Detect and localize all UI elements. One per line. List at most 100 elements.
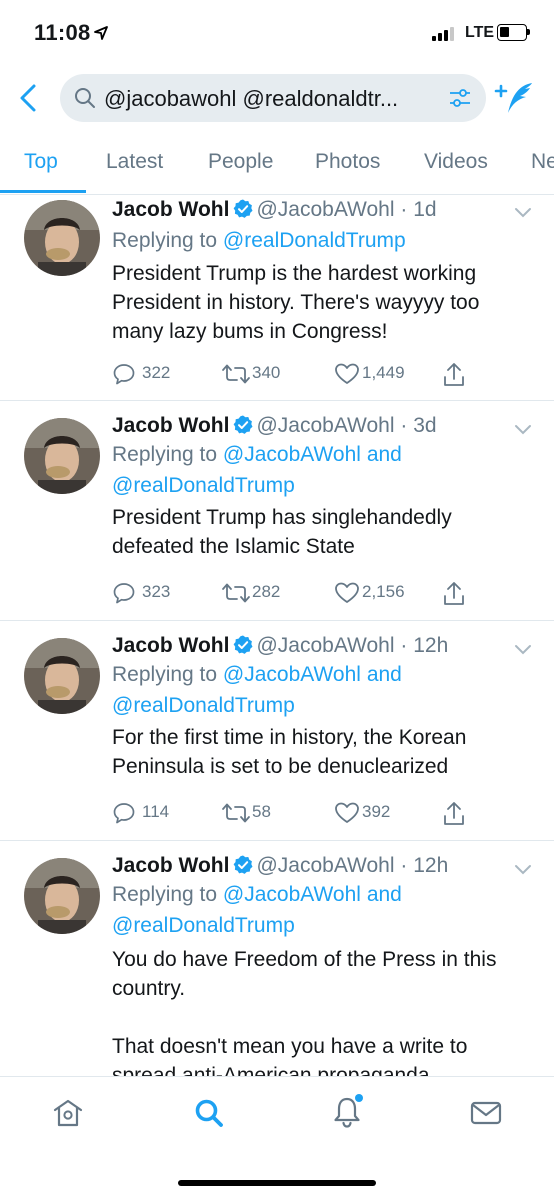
reply-icon (113, 364, 135, 385)
retweet-count: 340 (252, 363, 281, 382)
display-name[interactable]: Jacob Wohl (112, 198, 229, 221)
separator-dot: · (400, 854, 408, 877)
tweet-timestamp: 12h (413, 854, 449, 877)
tweet-header: Jacob Wohl @JacobAWohl · 3d (112, 414, 437, 438)
separator-dot: · (400, 198, 408, 221)
share-button[interactable] (442, 579, 468, 607)
home-icon[interactable] (52, 1097, 84, 1129)
reply-icon (113, 803, 135, 824)
tweet-actions: 323 282 2,156 (112, 579, 532, 607)
chevron-down-icon[interactable] (514, 207, 532, 219)
user-handle: @JacobAWohl (256, 414, 395, 437)
reply-count: 322 (142, 363, 171, 382)
share-button[interactable] (442, 799, 468, 827)
reply-count: 323 (142, 582, 171, 601)
reply-mention-link[interactable]: @realDonaldTrump (112, 694, 295, 717)
notifications-icon[interactable] (332, 1093, 366, 1129)
replying-to-line: Replying to @JacobAWohl and @realDonaldT… (112, 439, 532, 501)
avatar[interactable] (24, 200, 100, 276)
location-arrow-icon (94, 26, 108, 40)
display-name[interactable]: Jacob Wohl (112, 854, 229, 877)
share-button[interactable] (442, 360, 468, 388)
chevron-down-icon[interactable] (514, 424, 532, 436)
replying-to-label: Replying to (112, 229, 218, 252)
tweet-timestamp: 1d (413, 198, 437, 221)
chevron-down-icon[interactable] (514, 644, 532, 656)
home-indicator[interactable] (178, 1180, 376, 1186)
search-tabs: Top Latest People Photos Videos Ne (0, 138, 554, 195)
verified-badge-icon (234, 855, 253, 874)
tweet-header: Jacob Wohl @JacobAWohl · 1d (112, 198, 437, 222)
replying-to-label: Replying to (112, 663, 218, 686)
chevron-down-icon[interactable] (514, 864, 532, 876)
user-handle: @JacobAWohl (256, 854, 395, 877)
tweet-header: Jacob Wohl @JacobAWohl · 12h (112, 634, 448, 658)
replying-to-line: Replying to @realDonaldTrump (112, 225, 532, 256)
filter-icon[interactable] (448, 86, 472, 110)
tweet-feed[interactable]: Jacob Wohl @JacobAWohl · 1d Replying to @… (0, 195, 554, 1076)
reply-mention-and[interactable]: and (367, 663, 402, 686)
avatar[interactable] (24, 418, 100, 494)
tweet-actions: 322 340 1,449 (112, 360, 532, 388)
avatar[interactable] (24, 858, 100, 934)
tab-top[interactable]: Top (24, 150, 58, 174)
user-handle: @JacobAWohl (256, 634, 395, 657)
tab-photos[interactable]: Photos (315, 150, 380, 174)
compose-tweet-icon[interactable] (494, 80, 534, 116)
display-name[interactable]: Jacob Wohl (112, 414, 229, 437)
tweet[interactable]: Jacob Wohl @JacobAWohl · 3d Replying to @… (0, 400, 554, 621)
separator-dot: · (400, 414, 408, 437)
heart-icon (335, 582, 359, 603)
retweet-icon (222, 803, 250, 823)
reply-mention-link[interactable]: @JacobAWohl (223, 663, 361, 686)
search-header: @jacobawohl @realdonaldtr... (0, 68, 554, 130)
battery-icon (497, 24, 530, 41)
replying-to-line: Replying to @JacobAWohl and @realDonaldT… (112, 879, 532, 941)
reply-mention-link[interactable]: @JacobAWohl (223, 883, 361, 906)
search-icon (75, 88, 95, 108)
tab-news[interactable]: Ne (531, 150, 554, 174)
reply-count: 114 (142, 802, 170, 821)
reply-mention-link[interactable]: @JacobAWohl (223, 443, 361, 466)
tweet[interactable]: Jacob Wohl @JacobAWohl · 12h Replying to … (0, 840, 554, 1076)
tab-latest[interactable]: Latest (106, 150, 163, 174)
tweet-text: You do have Freedom of the Press in this… (112, 948, 497, 1076)
retweet-icon (222, 583, 250, 603)
share-icon (444, 582, 464, 605)
reply-mention-and[interactable]: and (367, 443, 402, 466)
back-icon[interactable] (16, 80, 42, 116)
retweet-icon (222, 364, 250, 384)
tab-people[interactable]: People (208, 150, 273, 174)
tweet-header: Jacob Wohl @JacobAWohl · 12h (112, 854, 448, 878)
tweet-timestamp: 12h (413, 634, 449, 657)
like-count: 392 (362, 802, 391, 821)
verified-badge-icon (234, 635, 253, 654)
verified-badge-icon (234, 415, 253, 434)
tab-videos[interactable]: Videos (424, 150, 488, 174)
reply-mention-and[interactable]: and (367, 883, 402, 906)
tweet-text: President Trump has singlehandedly defea… (112, 506, 458, 558)
heart-icon (335, 363, 359, 384)
search-input[interactable]: @jacobawohl @realdonaldtr... (60, 74, 486, 122)
messages-icon[interactable] (470, 1097, 502, 1129)
tweet[interactable]: Jacob Wohl @JacobAWohl · 1d Replying to @… (0, 195, 554, 401)
reply-mention-link[interactable]: @realDonaldTrump (223, 229, 406, 252)
avatar[interactable] (24, 638, 100, 714)
tweet-actions: 114 58 392 (112, 799, 532, 827)
network-type: LTE (465, 24, 495, 41)
tweet-text: President Trump is the hardest working P… (112, 262, 486, 343)
separator-dot: · (400, 634, 408, 657)
tweet-timestamp: 3d (413, 414, 437, 437)
status-bar: 11:08 LTE (0, 0, 554, 68)
search-icon[interactable] (193, 1097, 225, 1129)
user-handle: @JacobAWohl (256, 198, 395, 221)
reply-mention-link[interactable]: @realDonaldTrump (112, 914, 295, 937)
retweet-count: 282 (252, 582, 281, 601)
display-name[interactable]: Jacob Wohl (112, 634, 229, 657)
tweet[interactable]: Jacob Wohl @JacobAWohl · 12h Replying to … (0, 620, 554, 841)
replying-to-line: Replying to @JacobAWohl and @realDonaldT… (112, 659, 532, 721)
reply-mention-link[interactable]: @realDonaldTrump (112, 474, 295, 497)
like-count: 2,156 (362, 582, 405, 601)
replying-to-label: Replying to (112, 443, 218, 466)
verified-badge-icon (234, 199, 253, 218)
